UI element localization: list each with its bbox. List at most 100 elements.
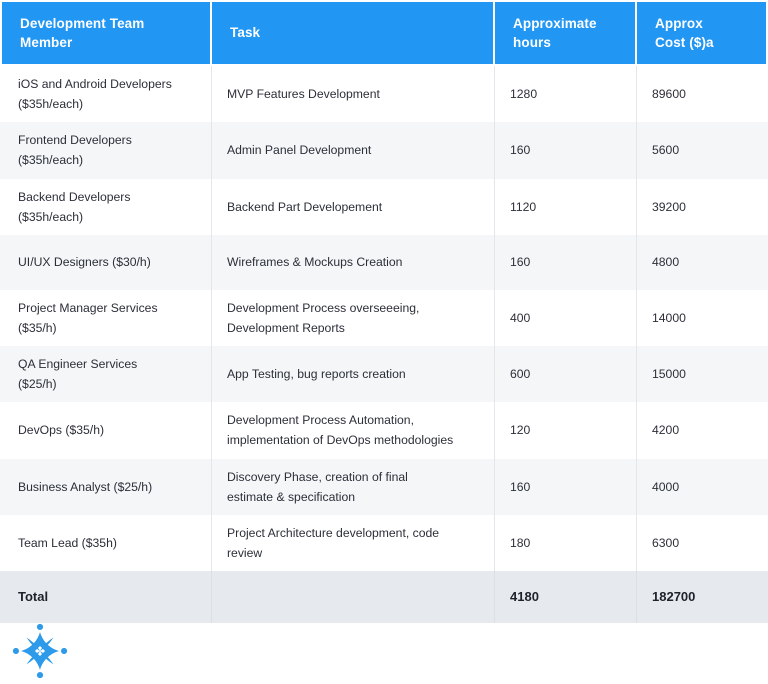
cell-member-line-1: iOS and Android Developers bbox=[18, 77, 172, 91]
cell-hours: 1120 bbox=[495, 178, 637, 235]
cell-cost: 4000 bbox=[637, 458, 768, 515]
cell-hours-line-1: 120 bbox=[510, 423, 531, 438]
cell-cost-text: 39200 bbox=[652, 197, 754, 217]
column-header-task-line-1: Task bbox=[230, 25, 261, 41]
cell-member: Team Lead ($35h) bbox=[0, 514, 212, 571]
estimate-table-page: Development Team Member Task Approximate… bbox=[0, 0, 768, 683]
cell-hours-line-1: 400 bbox=[510, 310, 531, 325]
cell-cost-text: 5600 bbox=[652, 140, 754, 160]
table-row: Business Analyst ($25/h) Discovery Phase,… bbox=[0, 458, 768, 515]
cell-task: MVP Features Development bbox=[212, 66, 495, 123]
cell-cost-text: 89600 bbox=[652, 84, 754, 104]
cell-member-line-2: ($35h/each) bbox=[18, 97, 84, 112]
cell-task-line-1: MVP Features Development bbox=[227, 87, 380, 102]
cell-member: iOS and Android Developers ($35h/each) bbox=[0, 66, 212, 123]
cell-task: Backend Part Developement bbox=[212, 178, 495, 235]
cell-member-text: Team Lead ($35h) bbox=[18, 533, 197, 553]
cell-cost: 4800 bbox=[637, 234, 768, 290]
cell-cost: 39200 bbox=[637, 178, 768, 235]
cell-cost-line-1: 4200 bbox=[652, 423, 680, 438]
cell-hours: 600 bbox=[495, 346, 637, 403]
cell-hours-text: 400 bbox=[510, 308, 622, 328]
cell-member: QA Engineer Services ($25/h) bbox=[0, 346, 212, 403]
cell-member-text: Frontend Developers ($35h/each) bbox=[18, 130, 197, 170]
cell-task-text: Discovery Phase, creation of final estima… bbox=[227, 467, 480, 507]
cell-cost-text: 4000 bbox=[652, 477, 754, 497]
cell-member-text: UI/UX Designers ($30/h) bbox=[18, 252, 197, 272]
cell-hours-line-1: 160 bbox=[510, 255, 531, 270]
cell-hours-text: 1280 bbox=[510, 84, 622, 104]
cell-cost-line-1: 39200 bbox=[652, 199, 686, 214]
cell-task-line-2: Development Reports bbox=[227, 320, 345, 335]
cell-member: Business Analyst ($25/h) bbox=[0, 458, 212, 515]
column-header-hours: Approximate hours bbox=[495, 0, 637, 66]
table-row: iOS and Android Developers ($35h/each) MVP… bbox=[0, 66, 768, 123]
cell-hours-text: 160 bbox=[510, 140, 622, 160]
cell-task-text: Wireframes & Mockups Creation bbox=[227, 252, 480, 272]
cell-task-line-1: Wireframes & Mockups Creation bbox=[227, 255, 403, 270]
cell-member-line-1: UI/UX Designers ($30/h) bbox=[18, 255, 151, 270]
table-row: Backend Developers ($35h/each) Backend Par… bbox=[0, 178, 768, 235]
cell-member-line-1: Backend Developers bbox=[18, 189, 131, 204]
cell-task-line-1: Admin Panel Development bbox=[227, 143, 372, 158]
cell-member-text: iOS and Android Developers ($35h/each) bbox=[18, 74, 197, 114]
cell-member-text: Project Manager Services ($35/h) bbox=[18, 298, 197, 338]
column-header-hours-line-2: hours bbox=[513, 35, 552, 50]
cell-hours: 180 bbox=[495, 514, 637, 571]
cell-member-line-2: ($35/h) bbox=[18, 320, 57, 335]
cell-task: Project Architecture development, code re… bbox=[212, 514, 495, 571]
table-header-row: Development Team Member Task Approximate… bbox=[0, 0, 768, 66]
cell-total-hours-line-1: 4180 bbox=[510, 589, 539, 605]
column-header-cost-line-2: Cost ($)a bbox=[655, 35, 714, 50]
cell-cost-text: 6300 bbox=[652, 533, 754, 553]
cell-cost: 15000 bbox=[637, 346, 768, 403]
cell-cost: 89600 bbox=[637, 66, 768, 123]
cell-cost-text: 14000 bbox=[652, 308, 754, 328]
cell-task-text: Project Architecture development, code re… bbox=[227, 523, 480, 563]
cell-cost: 4200 bbox=[637, 402, 768, 459]
cell-task-line-2: estimate & specification bbox=[227, 489, 356, 504]
column-header-cost-line-1: Approx bbox=[655, 15, 703, 31]
cell-hours-text: 160 bbox=[510, 252, 622, 272]
cell-member-line-1: Business Analyst ($25/h) bbox=[18, 479, 153, 494]
table-row: Team Lead ($35h) Project Architecture dev… bbox=[0, 514, 768, 571]
cell-member: Backend Developers ($35h/each) bbox=[0, 178, 212, 235]
cell-member-line-2: ($35h/each) bbox=[18, 209, 84, 224]
cell-cost-text: 4800 bbox=[652, 252, 754, 272]
cell-task: Development Process Automation, implement… bbox=[212, 402, 495, 459]
development-estimate-table: Development Team Member Task Approximate… bbox=[0, 0, 768, 623]
cell-hours-line-1: 160 bbox=[510, 479, 531, 494]
cell-task-line-2: implementation of DevOps methodologies bbox=[227, 433, 454, 448]
cell-member-line-1: Team Lead ($35h) bbox=[18, 535, 117, 550]
cell-task-line-1: Project Architecture development, code bbox=[227, 525, 440, 540]
table-total-row: Total 4180 182700 bbox=[0, 571, 768, 623]
cell-total-label: Total bbox=[0, 571, 212, 623]
cell-task: App Testing, bug reports creation bbox=[212, 346, 495, 403]
cell-hours-text: 120 bbox=[510, 420, 622, 440]
cell-task-text: Development Process Automation, implement… bbox=[227, 410, 480, 450]
cell-hours-line-1: 1120 bbox=[510, 199, 537, 214]
cell-cost-text: 4200 bbox=[652, 420, 754, 440]
cell-member-line-1: QA Engineer Services bbox=[18, 357, 138, 371]
column-header-member-line-2: Member bbox=[20, 35, 73, 50]
cell-total-task bbox=[212, 571, 495, 623]
cell-hours: 160 bbox=[495, 122, 637, 179]
cell-member-line-1: Project Manager Services bbox=[18, 300, 158, 315]
cell-task-text: App Testing, bug reports creation bbox=[227, 364, 480, 384]
table-row: Project Manager Services ($35/h) Developme… bbox=[0, 289, 768, 346]
column-header-task: Task bbox=[212, 0, 495, 66]
cell-member: Frontend Developers ($35h/each) bbox=[0, 122, 212, 179]
column-header-hours-line-1: Approximate bbox=[513, 15, 597, 31]
cell-task: Admin Panel Development bbox=[212, 122, 495, 179]
cell-hours: 400 bbox=[495, 289, 637, 346]
cell-hours-line-1: 160 bbox=[510, 143, 531, 158]
cell-hours-line-1: 180 bbox=[510, 535, 531, 550]
cell-total-cost-line-1: 182700 bbox=[652, 589, 696, 605]
cell-cost-line-1: 5600 bbox=[652, 143, 680, 158]
cell-hours-text: 160 bbox=[510, 477, 622, 497]
cell-task-text: MVP Features Development bbox=[227, 84, 480, 104]
column-header-cost: Approx Cost ($)a bbox=[637, 0, 768, 66]
cell-cost: 6300 bbox=[637, 514, 768, 571]
cell-task: Discovery Phase, creation of final estima… bbox=[212, 458, 495, 515]
cell-member: DevOps ($35/h) bbox=[0, 402, 212, 459]
